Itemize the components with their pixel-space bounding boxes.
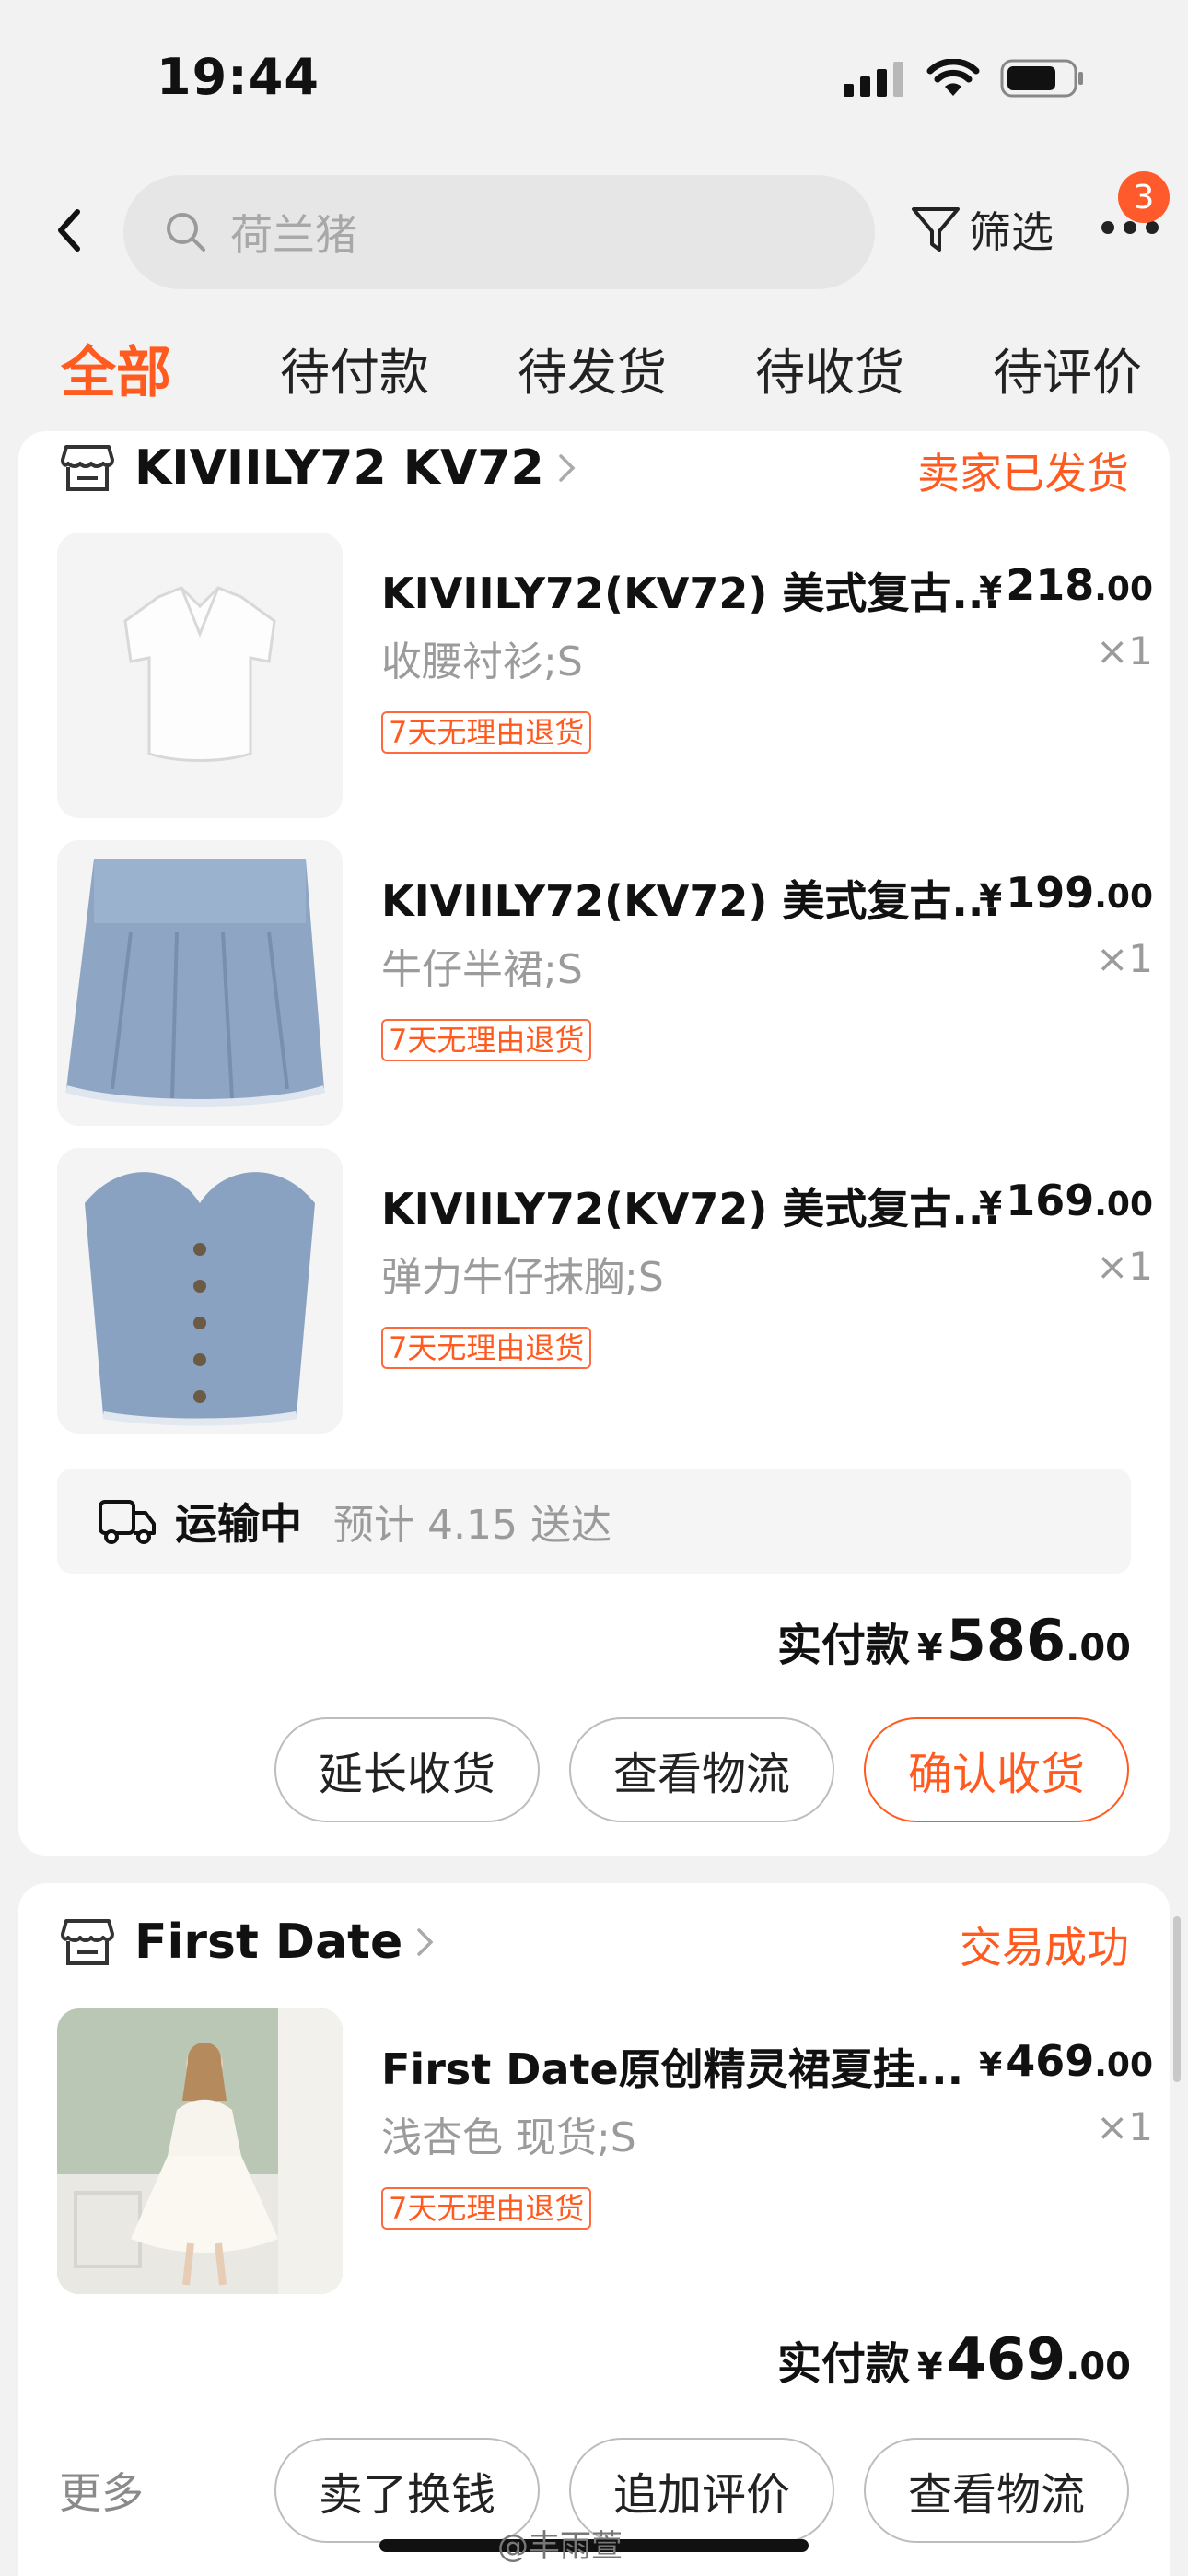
item-title: First Date原创精灵裙夏挂... — [381, 2044, 964, 2094]
logistics-status: 运输中 — [175, 1499, 302, 1549]
item-quantity: ×1 — [1096, 2104, 1153, 2149]
order-card: First Date 交易成功 First Date原创精灵裙夏挂... ¥46… — [18, 1883, 1170, 2576]
order-status: 交易成功 — [960, 1923, 1129, 1973]
return-policy-tag: 7天无理由退货 — [381, 1327, 592, 1369]
return-policy-tag: 7天无理由退货 — [381, 2187, 592, 2230]
status-time: 19:44 — [157, 48, 320, 106]
shop-icon — [61, 1919, 114, 1965]
order-total: 实付款 ¥469.00 — [776, 2325, 1131, 2393]
item-quantity: ×1 — [1096, 936, 1153, 981]
item-spec: 浅杏色 现货;S — [381, 2114, 636, 2161]
order-total: 实付款 ¥586.00 — [776, 1607, 1131, 1674]
item-price: ¥199.00 — [979, 868, 1153, 918]
filter-label: 筛选 — [969, 207, 1054, 257]
chevron-left-icon — [58, 209, 80, 252]
tab-pending-review[interactable]: 待评价 — [993, 332, 1142, 404]
item-spec: 弹力牛仔抹胸;S — [381, 1254, 664, 1301]
view-logistics-button[interactable]: 查看物流 — [569, 1717, 834, 1822]
denim-skirt-image — [57, 840, 343, 1126]
shop-name: KIVIILY72 KV72 — [134, 440, 544, 496]
back-button[interactable] — [46, 203, 92, 258]
item-price: ¥469.00 — [979, 2036, 1153, 2086]
shop-header[interactable]: KIVIILY72 KV72 — [61, 440, 577, 496]
item-price: ¥218.00 — [979, 560, 1153, 610]
order-item[interactable]: First Date原创精灵裙夏挂... ¥469.00 浅杏色 现货;S ×1… — [57, 2008, 1153, 2294]
search-icon — [167, 213, 205, 252]
item-quantity: ×1 — [1096, 1244, 1153, 1289]
return-policy-tag: 7天无理由退货 — [381, 1019, 592, 1061]
shop-header[interactable]: First Date — [61, 1914, 436, 1970]
denim-bustier-image — [57, 1148, 343, 1434]
tab-pending-payment[interactable]: 待付款 — [280, 332, 429, 404]
item-title: KIVIILY72(KV72) 美式复古... — [381, 1184, 1000, 1234]
return-policy-tag: 7天无理由退货 — [381, 711, 592, 754]
filter-button[interactable]: 筛选 — [910, 199, 1054, 260]
more-actions-link[interactable]: 更多 — [59, 2460, 144, 2521]
item-title: KIVIILY72(KV72) 美式复古... — [381, 568, 1000, 618]
white-blouse-image — [57, 533, 343, 818]
order-card: KIVIILY72 KV72 卖家已发货 KIVIILY72(KV72) 美式复… — [18, 431, 1170, 1856]
logistics-bar[interactable]: 运输中 预计 4.15 送达 — [57, 1469, 1131, 1574]
shop-icon — [61, 445, 114, 491]
item-price: ¥169.00 — [979, 1176, 1153, 1225]
status-icons — [844, 59, 1085, 98]
watermark: @丰雨萱 — [497, 2528, 623, 2565]
order-item[interactable]: KIVIILY72(KV72) 美式复古... ¥199.00 牛仔半裙;S ×… — [57, 840, 1153, 1126]
confirm-receipt-button[interactable]: 确认收货 — [864, 1717, 1129, 1822]
shop-name: First Date — [134, 1914, 403, 1970]
item-title: KIVIILY72(KV72) 美式复古... — [381, 876, 1000, 926]
filter-icon — [912, 207, 960, 252]
order-item[interactable]: KIVIILY72(KV72) 美式复古... ¥218.00 收腰衬衫;S ×… — [57, 533, 1153, 818]
extend-receipt-button[interactable]: 延长收货 — [274, 1717, 540, 1822]
white-dress-photo — [57, 2008, 343, 2294]
tab-pending-receipt[interactable]: 待收货 — [755, 332, 904, 404]
item-quantity: ×1 — [1096, 628, 1153, 673]
delivery-truck-icon — [99, 1500, 156, 1544]
item-spec: 牛仔半裙;S — [381, 946, 583, 993]
chevron-right-icon — [558, 454, 576, 482]
tab-all[interactable]: 全部 — [61, 328, 171, 408]
cellular-signal-icon — [844, 62, 903, 97]
battery-icon — [1000, 59, 1083, 98]
search-input[interactable]: 荷兰猪 — [123, 175, 875, 289]
delivery-eta: 预计 4.15 送达 — [333, 1502, 611, 1549]
item-spec: 收腰衬衫;S — [381, 638, 583, 685]
search-placeholder: 荷兰猪 — [230, 210, 357, 260]
wifi-icon — [926, 59, 980, 96]
tab-pending-shipment[interactable]: 待发货 — [518, 332, 667, 404]
order-tabs: 全部 待付款 待发货 待收货 待评价 — [0, 332, 1188, 415]
scrollbar[interactable] — [1173, 1916, 1181, 2082]
view-logistics-button[interactable]: 查看物流 — [864, 2438, 1129, 2543]
order-status: 卖家已发货 — [917, 449, 1129, 498]
order-item[interactable]: KIVIILY72(KV72) 美式复古... ¥169.00 弹力牛仔抹胸;S… — [57, 1148, 1153, 1434]
notification-badge: 3 — [1118, 171, 1170, 223]
chevron-right-icon — [417, 1928, 434, 1956]
